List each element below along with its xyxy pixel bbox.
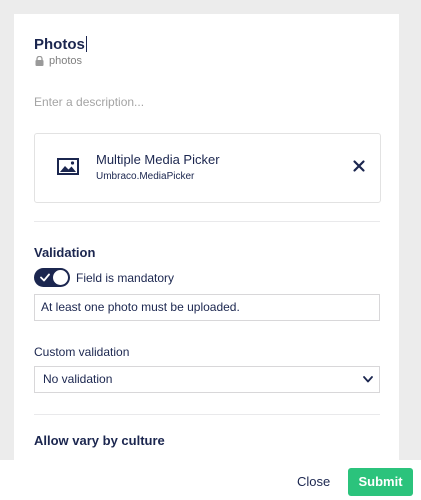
- property-name[interactable]: Photos: [34, 36, 85, 53]
- divider: [34, 221, 380, 222]
- close-button[interactable]: Close: [297, 474, 330, 489]
- mandatory-message-input[interactable]: At least one photo must be uploaded.: [34, 294, 380, 321]
- description-field[interactable]: Enter a description...: [34, 95, 144, 109]
- property-alias[interactable]: photos: [35, 55, 82, 67]
- custom-validation-select[interactable]: No validation: [34, 366, 380, 393]
- property-alias-text: photos: [49, 55, 83, 67]
- divider: [34, 414, 380, 415]
- dialog-footer: Close Submit: [0, 460, 421, 500]
- custom-validation-value: No validation: [43, 372, 113, 386]
- chevron-down-icon: [363, 376, 373, 383]
- text-caret: [85, 36, 87, 52]
- editor-name: Multiple Media Picker: [96, 152, 220, 167]
- submit-button[interactable]: Submit: [348, 468, 413, 496]
- mandatory-label: Field is mandatory: [76, 271, 175, 285]
- check-icon: [40, 273, 50, 282]
- custom-validation-label: Custom validation: [34, 345, 130, 359]
- close-icon[interactable]: [352, 159, 366, 173]
- culture-heading: Allow vary by culture: [34, 433, 165, 448]
- lock-icon[interactable]: [35, 56, 44, 66]
- toggle-knob: [53, 270, 68, 285]
- mandatory-toggle[interactable]: [34, 268, 70, 287]
- property-name-field[interactable]: Photos: [34, 34, 87, 54]
- property-editor-card[interactable]: Multiple Media Picker Umbraco.MediaPicke…: [34, 133, 381, 203]
- property-settings-panel: Photos photos Enter a description... Mul…: [14, 14, 399, 474]
- editor-alias: Umbraco.MediaPicker: [96, 171, 195, 182]
- picture-icon: [57, 158, 79, 175]
- validation-heading: Validation: [34, 245, 96, 260]
